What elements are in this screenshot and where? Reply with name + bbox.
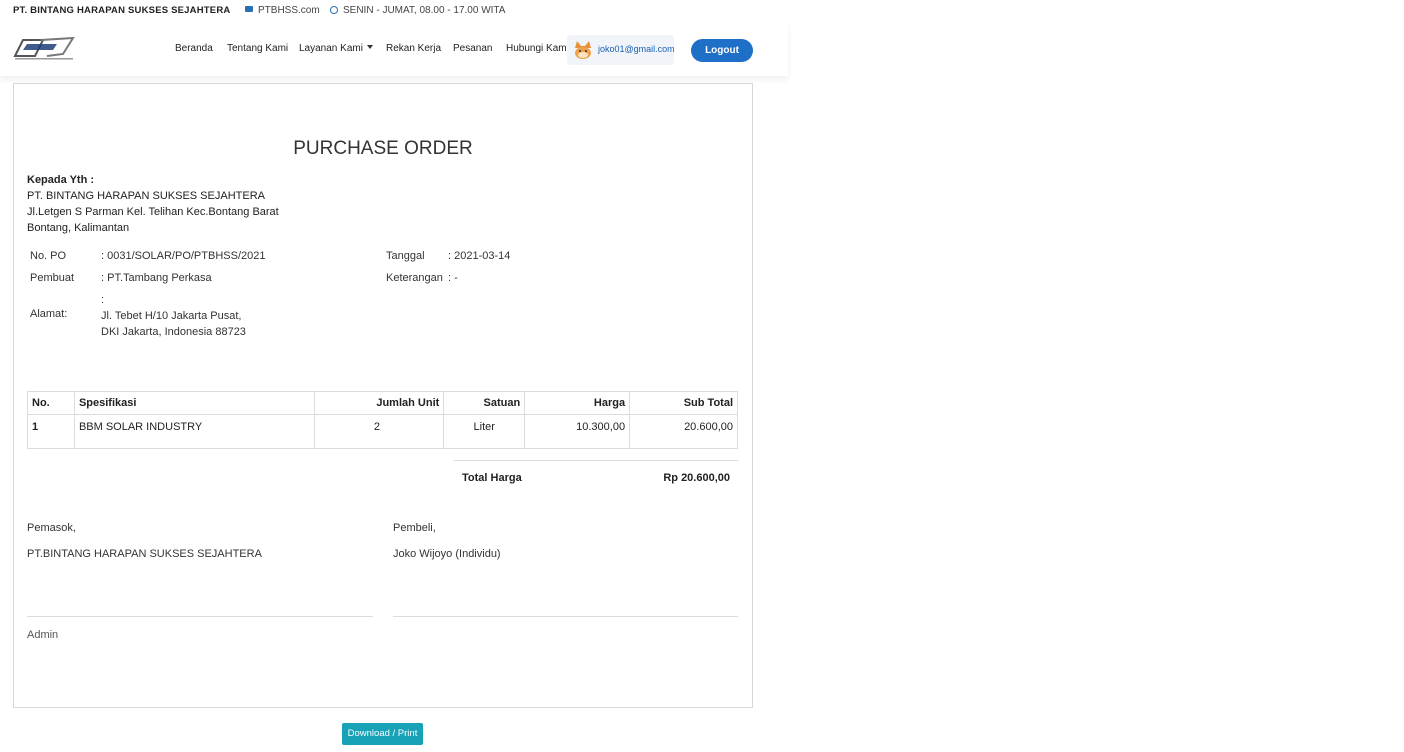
- avatar: [575, 41, 591, 59]
- total-value: Rp 20.600,00: [663, 472, 730, 484]
- order-items-table: No. Spesifikasi Jumlah Unit Satuan Harga…: [27, 391, 738, 449]
- no-po-value: : 0031/SOLAR/PO/PTBHSS/2021: [101, 250, 266, 262]
- recipient-block: Kepada Yth : PT. BINTANG HARAPAN SUKSES …: [27, 172, 279, 236]
- nav-item-layanan-kami[interactable]: Layanan Kami: [299, 43, 373, 54]
- alamat-line2: DKI Jakarta, Indonesia 88723: [101, 326, 246, 338]
- col-jumlah-unit: Jumlah Unit: [313, 391, 445, 415]
- total-divider: [454, 460, 738, 461]
- alamat-line1: Jl. Tebet H/10 Jakarta Pusat,: [101, 310, 242, 322]
- pembuat-label: Pembuat: [30, 272, 75, 284]
- buyer-label: Pembeli,: [393, 522, 436, 534]
- cell-satuan: Liter: [443, 414, 526, 449]
- company-name: PT. BINTANG HARAPAN SUKSES SEJAHTERA: [13, 5, 231, 16]
- clock-icon: [330, 6, 338, 14]
- buyer-name: Joko Wijoyo (Individu): [393, 548, 501, 560]
- cell-spesifikasi: BBM SOLAR INDUSTRY: [73, 414, 315, 449]
- col-satuan: Satuan: [443, 391, 526, 415]
- col-sub-total: Sub Total: [629, 391, 738, 415]
- nav-item-tentang-kami[interactable]: Tentang Kami: [227, 43, 288, 54]
- supplier-name: PT.BINTANG HARAPAN SUKSES SEJAHTERA: [27, 548, 262, 560]
- keterangan-label: Keterangan: [386, 272, 443, 284]
- caret-down-icon: [366, 45, 373, 49]
- alamat-colon: :: [101, 294, 105, 306]
- navbar: Beranda Tentang Kami Layanan Kami Rekan …: [0, 22, 788, 76]
- tanggal-value: : 2021-03-14: [448, 250, 511, 262]
- supplier-signature-line: [27, 616, 373, 617]
- top-info-bar: PT. BINTANG HARAPAN SUKSES SEJAHTERA PTB…: [0, 0, 788, 22]
- keterangan-value: : -: [448, 272, 458, 284]
- cell-sub-total: 20.600,00: [629, 414, 738, 449]
- nav-item-rekan-kerja[interactable]: Rekan Kerja: [386, 43, 441, 54]
- recipient-company: PT. BINTANG HARAPAN SUKSES SEJAHTERA: [27, 190, 265, 202]
- buyer-signature-line: [393, 616, 738, 617]
- logout-button[interactable]: Logout: [691, 39, 753, 62]
- tanggal-label: Tanggal: [386, 250, 425, 262]
- col-harga: Harga: [524, 391, 631, 415]
- col-no: No.: [27, 391, 75, 415]
- recipient-address-line1: Jl.Letgen S Parman Kel. Telihan Kec.Bont…: [27, 206, 279, 218]
- col-spesifikasi: Spesifikasi: [73, 391, 315, 415]
- pembuat-value: : PT.Tambang Perkasa: [101, 272, 212, 284]
- nav-item-hubungi-kami[interactable]: Hubungi Kami: [506, 43, 569, 54]
- no-po-label: No. PO: [30, 250, 67, 262]
- table-row: 1 BBM SOLAR INDUSTRY 2 Liter 10.300,00 2…: [27, 414, 738, 449]
- admin-label: Admin: [27, 629, 59, 641]
- recipient-label: Kepada Yth :: [27, 174, 95, 186]
- user-email: joko01@gmail.com: [598, 44, 675, 54]
- cell-jumlah-unit: 2: [313, 414, 445, 449]
- nav-item-beranda[interactable]: Beranda: [175, 43, 213, 54]
- nav-item-layanan-label: Layanan Kami: [299, 43, 363, 54]
- office-hours: SENIN - JUMAT, 08.00 - 17.00 WITA: [330, 5, 505, 16]
- purchase-order-card: PURCHASE ORDER Kepada Yth : PT. BINTANG …: [13, 83, 753, 708]
- website-info[interactable]: PTBHSS.com: [245, 5, 320, 16]
- supplier-label: Pemasok,: [27, 522, 76, 534]
- download-print-button[interactable]: Download / Print: [342, 723, 423, 745]
- cell-no: 1: [27, 414, 75, 449]
- user-account-chip[interactable]: joko01@gmail.com: [567, 35, 675, 65]
- envelope-icon: [245, 6, 253, 12]
- total-label: Total Harga: [462, 472, 522, 484]
- cell-harga: 10.300,00: [524, 414, 631, 449]
- recipient-address-line2: Bontang, Kalimantan: [27, 222, 130, 234]
- website-text: PTBHSS.com: [258, 5, 320, 16]
- nav-item-pesanan[interactable]: Pesanan: [453, 43, 492, 54]
- table-header-row: No. Spesifikasi Jumlah Unit Satuan Harga…: [27, 391, 738, 415]
- company-logo[interactable]: [13, 36, 75, 62]
- alamat-label: Alamat:: [30, 308, 68, 320]
- page-title: PURCHASE ORDER: [293, 138, 473, 159]
- office-hours-text: SENIN - JUMAT, 08.00 - 17.00 WITA: [343, 5, 506, 16]
